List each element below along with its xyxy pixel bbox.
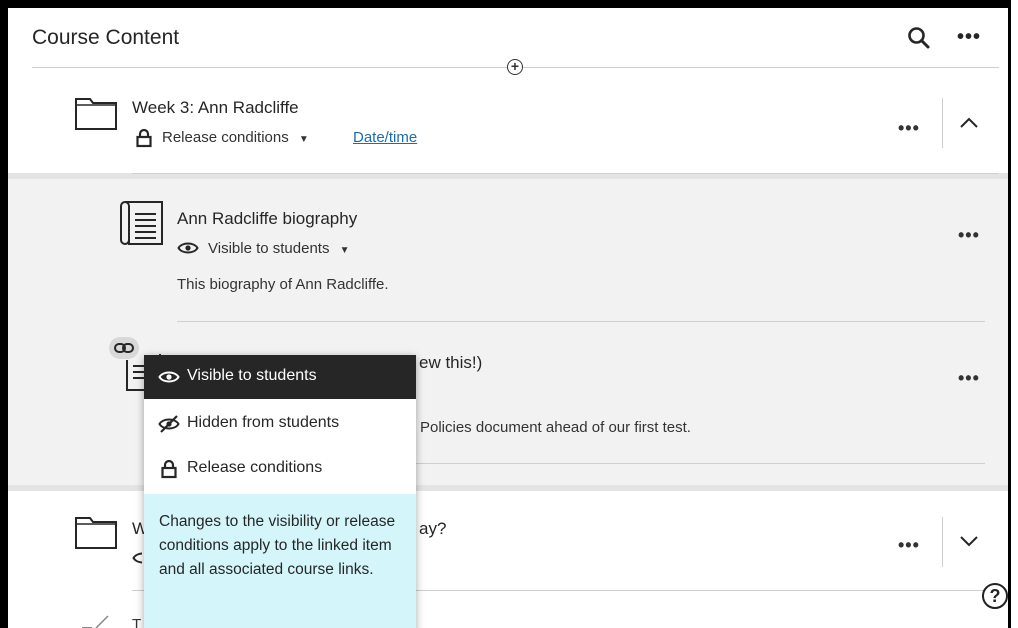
search-icon[interactable]	[906, 25, 932, 51]
item-more-button[interactable]: •••	[958, 225, 980, 246]
eye-slash-icon	[158, 414, 180, 434]
vertical-divider	[942, 98, 943, 148]
eye-icon	[177, 240, 199, 256]
folder-title-end[interactable]: ay?	[419, 519, 446, 539]
folder-icon	[74, 95, 118, 131]
folder-more-button[interactable]: •••	[898, 118, 920, 139]
visibility-menu: Visible to students Hidden from students…	[144, 355, 416, 628]
date-time-link[interactable]: Date/time	[353, 129, 417, 146]
menu-item-label: Hidden from students	[187, 414, 340, 431]
add-content-icon[interactable]: +	[507, 59, 523, 75]
item-description: Policies document ahead of our first tes…	[420, 419, 691, 436]
visibility-note: Changes to the visibility or release con…	[144, 494, 416, 628]
visibility-dropdown[interactable]: Visible to students ▼	[208, 240, 350, 257]
visibility-label: Visible to students	[208, 240, 330, 257]
menu-item-label: Visible to students	[187, 367, 317, 384]
release-conditions-label: Release conditions	[162, 129, 289, 146]
page-title: Course Content	[32, 26, 180, 49]
menu-item-label: Release conditions	[187, 459, 323, 476]
chevron-down-icon[interactable]	[958, 533, 980, 549]
caret-down-icon: ▼	[339, 245, 350, 256]
caret-down-icon: ▼	[298, 134, 309, 145]
folder-more-button[interactable]: •••	[898, 535, 920, 556]
menu-item-hidden[interactable]: Hidden from students	[144, 402, 416, 446]
eye-icon	[158, 369, 180, 385]
menu-item-visible[interactable]: Visible to students	[144, 355, 416, 399]
item-title[interactable]: ew this!)	[419, 353, 482, 373]
section-line	[132, 173, 999, 174]
eye-icon	[132, 550, 142, 564]
item-divider	[416, 463, 985, 464]
lock-icon	[135, 128, 153, 148]
item-divider	[177, 321, 985, 322]
course-content-panel: Course Content ••• + Week 3: Ann Radclif…	[0, 0, 1011, 628]
help-button[interactable]: ?	[982, 583, 1008, 609]
folder-title[interactable]: Week 3: Ann Radcliffe	[132, 98, 299, 118]
pencil-icon	[78, 610, 118, 628]
item-title[interactable]: Ann Radcliffe biography	[177, 209, 357, 229]
ellipsis-icon[interactable]: •••	[956, 27, 982, 47]
document-icon	[118, 200, 164, 248]
chevron-up-icon[interactable]	[958, 114, 980, 130]
item-description: This biography of Ann Radcliffe.	[177, 276, 389, 293]
vertical-divider	[942, 517, 943, 567]
release-conditions-dropdown[interactable]: Release conditions ▼	[162, 129, 309, 146]
folder-icon	[74, 514, 118, 550]
menu-item-release[interactable]: Release conditions	[144, 447, 416, 491]
row-title-partial: T	[132, 616, 142, 628]
item-more-button[interactable]: •••	[958, 368, 980, 389]
lock-icon	[160, 459, 178, 479]
